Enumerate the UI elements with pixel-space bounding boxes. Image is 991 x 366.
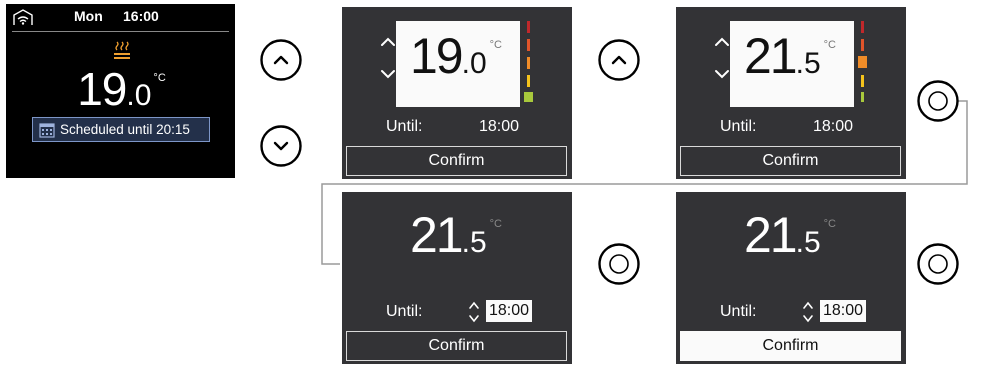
until-time: 18:00: [813, 118, 854, 135]
schedule-text: Scheduled until 20:15: [60, 122, 190, 137]
temperature-decimal: .5: [461, 226, 487, 259]
until-time: 18:00: [479, 118, 520, 135]
temperature-display[interactable]: 19.0°C: [396, 21, 520, 107]
temperature-integer: 21: [744, 28, 798, 84]
temperature-level-scale: [524, 21, 533, 102]
heating-icon: [114, 41, 130, 59]
up-down-arrows-icon[interactable]: [714, 27, 730, 93]
home-screen: Mon 16:00 19.0°C Scheduled until 20:15: [6, 4, 235, 178]
until-time-field[interactable]: 18:00: [486, 300, 533, 322]
temperature-level-scale: [858, 21, 867, 102]
temperature-display: 21.5°C: [410, 206, 502, 264]
select-button[interactable]: [916, 79, 960, 123]
temperature-adjust-panel-1: 19.0°C Until: 18:00 Confirm: [342, 7, 572, 179]
chevron-up-button-2[interactable]: [597, 38, 641, 82]
level-indicator: [858, 56, 867, 68]
wifi-icon: [13, 9, 33, 25]
until-label: Until:: [720, 118, 757, 135]
up-down-arrows-icon[interactable]: [380, 27, 396, 93]
calendar-icon: [39, 123, 55, 138]
confirm-button[interactable]: Confirm: [680, 146, 901, 176]
select-button-3[interactable]: [916, 242, 960, 286]
temperature-display[interactable]: 21.5°C: [730, 21, 854, 107]
clock-time: 16:00: [123, 8, 159, 24]
up-down-arrows-icon[interactable]: [468, 298, 480, 326]
temperature-decimal: .5: [795, 47, 821, 80]
temperature-unit: °C: [489, 218, 502, 230]
temperature-integer: 21: [744, 207, 798, 263]
temperature-display: 21.5°C: [744, 206, 836, 264]
schedule-badge[interactable]: Scheduled until 20:15: [32, 117, 210, 142]
until-label: Until:: [386, 118, 423, 135]
confirm-focus-panel: 21.5°C Until: 18:00 Confirm: [676, 192, 906, 364]
up-down-arrows-icon[interactable]: [802, 298, 814, 326]
temperature-unit: °C: [153, 72, 166, 84]
until-time-field[interactable]: 18:00: [820, 300, 867, 322]
temperature-adjust-panel-2: 21.5°C Until: 18:00 Confirm: [676, 7, 906, 179]
day-label: Mon: [74, 8, 103, 24]
temperature-integer: 19: [77, 63, 127, 115]
select-button-2[interactable]: [597, 242, 641, 286]
chevron-up-button[interactable]: [259, 38, 303, 82]
temperature-integer: 21: [410, 207, 464, 263]
confirm-button[interactable]: Confirm: [346, 331, 567, 361]
until-label: Until:: [386, 303, 423, 320]
header-divider: [12, 31, 229, 32]
temperature-integer: 19: [410, 28, 464, 84]
temperature-decimal: .0: [126, 79, 152, 112]
confirm-button[interactable]: Confirm: [680, 331, 901, 361]
current-temperature: 19.0°C: [6, 62, 235, 116]
chevron-down-button[interactable]: [259, 124, 303, 168]
until-time-adjust-panel: 21.5°C Until: 18:00 Confirm: [342, 192, 572, 364]
temperature-unit: °C: [823, 39, 836, 51]
temperature-unit: °C: [823, 218, 836, 230]
temperature-decimal: .0: [461, 47, 487, 80]
level-indicator: [524, 92, 533, 102]
confirm-button[interactable]: Confirm: [346, 146, 567, 176]
temperature-decimal: .5: [795, 226, 821, 259]
until-label: Until:: [720, 303, 757, 320]
temperature-unit: °C: [489, 39, 502, 51]
